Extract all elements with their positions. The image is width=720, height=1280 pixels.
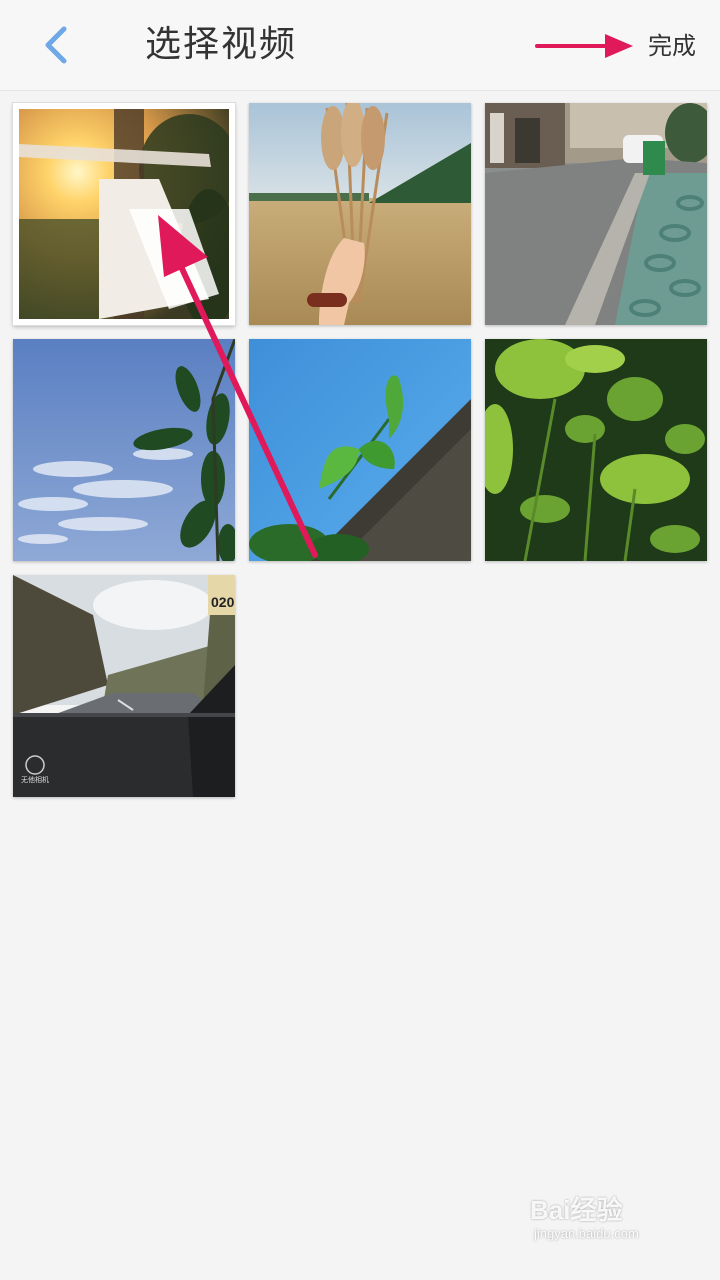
video-thumbnail-sky[interactable] xyxy=(13,339,235,561)
road-sign-text: 020 xyxy=(211,594,235,610)
baidu-jingyan-watermark: Bai经验 jingyan.baidu.com xyxy=(530,1190,680,1250)
video-thumbnail-street[interactable] xyxy=(485,103,707,325)
video-thumbnail-scarecrow[interactable] xyxy=(13,103,235,325)
watermark-logo: Bai经验 xyxy=(530,1195,623,1225)
watermark-url: jingyan.baidu.com xyxy=(534,1226,639,1241)
video-grid: 020 无他相机 xyxy=(0,0,720,1280)
video-thumbnail-wheat[interactable] xyxy=(249,103,471,325)
video-thumbnail-ginkgo[interactable] xyxy=(249,339,471,561)
video-thumbnail-road[interactable]: 020 无他相机 xyxy=(13,575,235,797)
video-thumbnail-plants[interactable] xyxy=(485,339,707,561)
camera-app-logo: 无他相机 xyxy=(21,775,49,784)
